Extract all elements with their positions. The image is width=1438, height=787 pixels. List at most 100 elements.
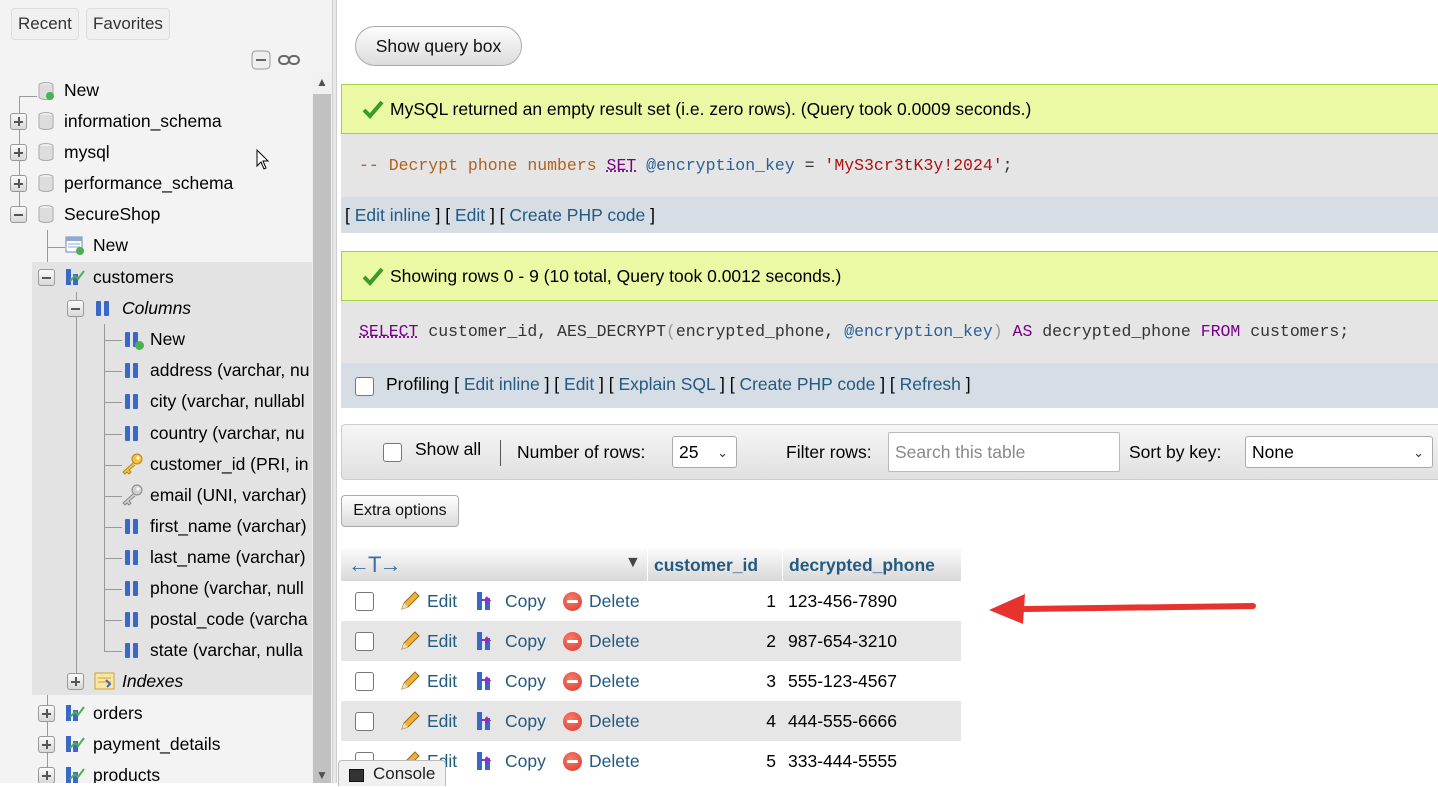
tree-item-customers[interactable]: customers [0, 262, 312, 292]
extra-options-button[interactable]: Extra options [341, 495, 459, 527]
expand-icon[interactable] [38, 767, 55, 783]
pencil-icon[interactable] [399, 590, 421, 612]
row-checkbox[interactable] [355, 592, 374, 611]
copy-icon[interactable] [475, 590, 497, 612]
delete-icon[interactable] [563, 672, 582, 691]
edit-link[interactable]: Edit [564, 374, 594, 394]
copy-row-link[interactable]: Copy [505, 661, 546, 701]
table-icon [66, 767, 85, 783]
pencil-icon[interactable] [399, 710, 421, 732]
tree-item-column-last-name[interactable]: last_name (varchar) [0, 542, 312, 572]
tree-item-column-postal-code[interactable]: postal_code (varcha [0, 604, 312, 634]
collapse-icon[interactable] [10, 206, 27, 223]
copy-icon[interactable] [475, 750, 497, 772]
edit-row-link[interactable]: Edit [427, 661, 457, 701]
edit-row-link[interactable]: Edit [427, 581, 457, 621]
nav-scrollbar[interactable]: ▲ ▼ [312, 72, 332, 783]
panel-splitter[interactable] [333, 0, 337, 783]
recent-tab[interactable]: Recent [11, 8, 79, 40]
main-content: Show query box MySQL returned an empty r… [338, 0, 1438, 783]
edit-inline-link[interactable]: Edit inline [464, 374, 540, 394]
cell-customer-id: 3 [766, 671, 776, 691]
tree-item-column-phone[interactable]: phone (varchar, null [0, 573, 312, 603]
copy-row-link[interactable]: Copy [505, 741, 546, 781]
delete-icon[interactable] [563, 752, 582, 771]
show-all-checkbox[interactable] [383, 443, 402, 462]
expand-icon[interactable] [10, 175, 27, 192]
table-row: Edit Copy Delete 4 444-555-6666 [341, 701, 961, 741]
expand-icon[interactable] [10, 144, 27, 161]
tree-item-indexes[interactable]: Indexes [0, 666, 312, 696]
tree-item-new-database[interactable]: New [0, 75, 312, 105]
column-header-decrypted-phone[interactable]: decrypted_phone [782, 549, 961, 581]
collapse-icon[interactable] [67, 300, 84, 317]
column-add-icon [124, 331, 144, 350]
scrollbar-thumb[interactable] [313, 94, 331, 783]
tree-item-new-table[interactable]: New [0, 230, 312, 260]
tree-item-column-state[interactable]: state (varchar, nulla [0, 635, 312, 665]
delete-row-link[interactable]: Delete [589, 581, 640, 621]
expand-icon[interactable] [10, 113, 27, 130]
tree-item-information-schema[interactable]: information_schema [0, 106, 312, 136]
edit-row-link[interactable]: Edit [427, 621, 457, 661]
tree-item-performance-schema[interactable]: performance_schema [0, 168, 312, 198]
tree-item-column-city[interactable]: city (varchar, nullabl [0, 386, 312, 416]
pencil-icon[interactable] [399, 630, 421, 652]
column-header-customer-id[interactable]: customer_id [647, 549, 782, 581]
copy-icon[interactable] [475, 670, 497, 692]
refresh-link[interactable]: Refresh [900, 374, 961, 394]
console-tab[interactable]: Console [338, 760, 446, 786]
tree-item-orders[interactable]: orders [0, 698, 312, 728]
copy-row-link[interactable]: Copy [505, 621, 546, 661]
cell-decrypted-phone: 333-444-5555 [788, 751, 897, 771]
delete-row-link[interactable]: Delete [589, 701, 640, 741]
tree-item-column-address[interactable]: address (varchar, nu [0, 355, 312, 385]
favorites-tab[interactable]: Favorites [86, 8, 170, 40]
cell-decrypted-phone: 987-654-3210 [788, 631, 897, 651]
collapse-all-icon[interactable] [251, 50, 271, 70]
delete-icon[interactable] [563, 632, 582, 651]
expand-icon[interactable] [38, 736, 55, 753]
edit-inline-link[interactable]: Edit inline [355, 205, 431, 225]
filter-rows-input[interactable]: Search this table [888, 432, 1120, 472]
edit-link[interactable]: Edit [455, 205, 485, 225]
copy-icon[interactable] [475, 710, 497, 732]
tree-item-secureshop[interactable]: SecureShop [0, 199, 312, 229]
delete-icon[interactable] [563, 712, 582, 731]
delete-row-link[interactable]: Delete [589, 621, 640, 661]
copy-icon[interactable] [475, 630, 497, 652]
number-of-rows-select[interactable]: 25 ⌄ [672, 436, 737, 468]
expand-icon[interactable] [67, 673, 84, 690]
tree-item-column-country[interactable]: country (varchar, nu [0, 418, 312, 448]
pencil-icon[interactable] [399, 670, 421, 692]
delete-row-link[interactable]: Delete [589, 741, 640, 781]
tree-item-column-customer-id[interactable]: customer_id (PRI, in [0, 449, 312, 479]
create-php-code-link[interactable]: Create PHP code [509, 205, 645, 225]
link-with-main-icon[interactable] [277, 50, 301, 70]
profiling-checkbox[interactable] [355, 377, 374, 396]
tree-item-column-first-name[interactable]: first_name (varchar) [0, 511, 312, 541]
copy-row-link[interactable]: Copy [505, 701, 546, 741]
row-checkbox[interactable] [355, 712, 374, 731]
tree-item-columns[interactable]: Columns [0, 293, 312, 323]
scroll-down-icon[interactable]: ▼ [312, 765, 332, 783]
edit-row-link[interactable]: Edit [427, 701, 457, 741]
expand-icon[interactable] [38, 705, 55, 722]
copy-row-link[interactable]: Copy [505, 581, 546, 621]
show-query-box-button[interactable]: Show query box [355, 26, 522, 66]
row-checkbox[interactable] [355, 632, 374, 651]
explain-sql-link[interactable]: Explain SQL [619, 374, 716, 394]
row-checkbox[interactable] [355, 672, 374, 691]
sort-dropdown-icon[interactable]: ▼ [625, 554, 641, 572]
sort-by-key-select[interactable]: None ⌄ [1245, 436, 1433, 468]
column-resize-icon[interactable]: ←T→ [348, 552, 401, 578]
delete-icon[interactable] [563, 592, 582, 611]
tree-item-new-column[interactable]: New [0, 324, 312, 354]
delete-row-link[interactable]: Delete [589, 661, 640, 701]
tree-item-payment-details[interactable]: payment_details [0, 729, 312, 759]
collapse-icon[interactable] [38, 269, 55, 286]
tree-item-products[interactable]: products [0, 760, 312, 783]
scroll-up-icon[interactable]: ▲ [312, 72, 332, 92]
create-php-code-link[interactable]: Create PHP code [739, 374, 875, 394]
tree-item-column-email[interactable]: email (UNI, varchar) [0, 480, 312, 510]
